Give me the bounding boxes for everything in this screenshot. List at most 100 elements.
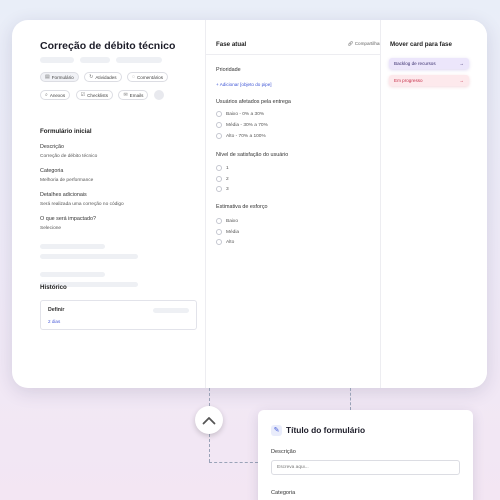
checklists-icon: ☑ <box>80 92 86 98</box>
satisfaction-label: Nível de satisfação do usuário <box>216 152 289 158</box>
history-heading: Histórico <box>40 284 67 291</box>
move-to-backlog-button[interactable]: Backlog de recursos → <box>389 58 469 69</box>
move-card-heading: Mover card para fase <box>390 41 452 48</box>
tab-checklists[interactable]: ☑ Checklists <box>75 90 114 100</box>
connector-line <box>209 462 258 463</box>
field-label-detalhes: Detalhes adicionais <box>40 192 87 198</box>
radio-button[interactable] <box>216 111 222 117</box>
share-label: Compartilhar <box>354 41 381 46</box>
placeholder-bar <box>40 244 105 249</box>
option-label: Média <box>226 229 240 235</box>
option-label: Média - 30% a 70% <box>226 122 268 128</box>
tab-label: Comentários <box>136 74 164 80</box>
tab-label: Atividades <box>95 74 117 80</box>
option-label: 2 <box>226 176 229 182</box>
card-detail-panel: Correção de débito técnico ▤ Formulário ↻… <box>12 20 487 388</box>
current-phase-heading: Fase atual <box>216 41 247 48</box>
users-affected-label: Usuários afetados pela entrega <box>216 99 291 105</box>
share-button[interactable]: 🔗︎ Compartilhar <box>348 41 381 47</box>
move-card-column: Mover card para fase Backlog de recursos… <box>380 20 487 388</box>
radio-button[interactable] <box>216 133 222 139</box>
activities-icon: ↻ <box>89 74 94 80</box>
form-card-title[interactable]: Título do formulário <box>286 425 365 435</box>
radio-button[interactable] <box>216 176 222 182</box>
radio-button[interactable] <box>216 165 222 171</box>
option-label: Alto - 70% a 100% <box>226 133 266 139</box>
radio-button[interactable] <box>216 122 222 128</box>
radio-option[interactable]: Baixo <box>216 218 238 224</box>
radio-option[interactable]: Baixo - 0% a 30% <box>216 111 264 117</box>
card-tabs: ▤ Formulário ↻ Atividades ◌ Comentários ⌕ An… <box>40 72 200 108</box>
priority-label: Prioridade <box>216 67 241 73</box>
collapse-button[interactable] <box>195 406 223 434</box>
attachments-icon: ⌕ <box>45 92 48 98</box>
radio-button[interactable] <box>216 218 222 224</box>
field-value-descricao[interactable]: Correção de débito técnico <box>40 154 97 159</box>
tab-label: Emails <box>129 92 144 98</box>
radio-option[interactable]: 2 <box>216 176 229 182</box>
option-label: Baixo - 0% a 30% <box>226 111 265 117</box>
form-heading: Formulário inicial <box>40 128 92 135</box>
placeholder-bar <box>116 57 162 63</box>
comments-icon: ◌ <box>132 74 135 80</box>
description-label: Descrição <box>271 449 296 455</box>
arrow-right-icon: → <box>459 78 464 83</box>
more-tabs-button[interactable] <box>153 90 164 100</box>
effort-label: Estimativa de esforço <box>216 204 268 210</box>
category-label: Categoria <box>271 490 296 496</box>
option-label: 1 <box>226 165 229 171</box>
tab-label: Anexos <box>49 92 66 98</box>
placeholder-bar <box>40 254 138 259</box>
radio-option[interactable]: 1 <box>216 165 229 171</box>
radio-option[interactable]: 3 <box>216 186 229 192</box>
button-label: Em progresso <box>394 78 423 83</box>
radio-button[interactable] <box>216 229 222 235</box>
placeholder-bar <box>40 272 105 277</box>
edit-icon: ✎ <box>271 425 282 436</box>
tab-anexos[interactable]: ⌕ Anexos <box>40 90 71 100</box>
field-label-descricao: Descrição <box>40 144 64 150</box>
field-label-categoria: Categoria <box>40 168 64 174</box>
tab-formulario[interactable]: ▤ Formulário <box>40 72 79 82</box>
tab-comentarios[interactable]: ◌ Comentários <box>127 72 169 82</box>
field-value-categoria[interactable]: Melhoria de performance <box>40 178 93 183</box>
field-label-impactado: O que será impactado? <box>40 216 97 222</box>
move-to-in-progress-button[interactable]: Em progresso → <box>389 75 469 86</box>
radio-button[interactable] <box>216 186 222 192</box>
radio-button[interactable] <box>216 239 222 245</box>
tab-label: Formulário <box>51 74 74 80</box>
connector-line <box>209 434 210 462</box>
field-value-impactado[interactable]: Selecione <box>40 226 61 231</box>
field-value-detalhes[interactable]: Será realizada uma correção no código <box>40 202 124 207</box>
history-entry[interactable]: Definir 2 dias <box>40 300 197 330</box>
link-icon: 🔗︎ <box>347 41 354 46</box>
form-icon: ▤ <box>45 74 50 80</box>
description-input[interactable] <box>271 460 460 475</box>
divider <box>206 54 393 55</box>
history-entry-time: 2 dias <box>48 319 61 324</box>
button-label: Backlog de recursos <box>394 61 436 66</box>
option-label: Baixo <box>226 218 238 224</box>
connector-line <box>209 388 210 406</box>
arrow-right-icon: → <box>459 61 464 66</box>
form-builder-card: ✎ Título do formulário Descrição Categor… <box>258 410 473 500</box>
radio-option[interactable]: Média - 30% a 70% <box>216 122 268 128</box>
history-entry-name: Definir <box>48 307 65 313</box>
radio-option[interactable]: Alto - 70% a 100% <box>216 133 266 139</box>
current-phase-column: Fase atual 🔗︎ Compartilhar Prioridade + … <box>205 20 393 388</box>
chevron-up-icon <box>202 416 216 424</box>
tab-atividades[interactable]: ↻ Atividades <box>84 72 122 82</box>
option-label: 3 <box>226 186 229 192</box>
card-left-column: Correção de débito técnico ▤ Formulário ↻… <box>12 20 205 388</box>
radio-option[interactable]: Média <box>216 229 239 235</box>
email-icon: ✉ <box>123 92 128 98</box>
tab-emails[interactable]: ✉ Emails <box>118 90 149 100</box>
tab-label: Checklists <box>87 92 109 98</box>
add-pipe-object-link[interactable]: + Adicionar [objeto do pipe] <box>216 82 272 87</box>
card-title: Correção de débito técnico <box>40 40 176 52</box>
radio-option[interactable]: Alto <box>216 239 234 245</box>
connector-line <box>350 388 351 410</box>
option-label: Alto <box>226 239 235 245</box>
placeholder-bar <box>40 57 74 63</box>
placeholder-bar <box>153 308 189 313</box>
